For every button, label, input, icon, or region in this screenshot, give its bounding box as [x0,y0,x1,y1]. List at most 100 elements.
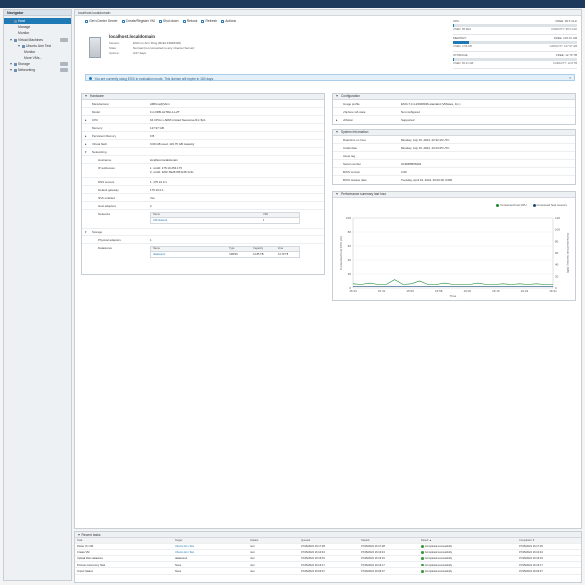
chevron-right-icon [10,69,12,72]
y-tick-label-right: 20 [555,274,559,278]
chevron-right-icon: ▸ [336,118,338,122]
refresh-icon [201,19,205,23]
sys-row-serial: Serial number 0C90R8506402 [333,160,575,168]
task-cell: root [250,569,255,573]
task-cell: 07/15/2024 16:10:43 [301,551,325,555]
column-header[interactable]: Completed ▼ [519,539,579,542]
x-tick-label: 15:58 [435,289,443,293]
task-cell: 07/15/2024 16:16:17 [301,563,325,567]
memory-meter: MEMORY FREE: 125.01 GB USED: 2.96 GB CAP… [453,35,577,52]
main-title: localhost.localdomain [75,10,581,16]
storage-row-physical-adapters: Physical adapters 1 [82,236,324,244]
task-cell: 07/15/2024 16:15:15 [361,557,385,561]
y-tick-label-right: 120 [555,216,560,220]
net-row-gateway: Default gateway 175.10.0.1 [82,186,324,194]
task-cell: 07/15/2024 16:06:37 [361,569,385,573]
task-cell: Power On VM [77,545,94,549]
close-icon[interactable]: × [569,76,571,80]
y-axis-label-left: Consumed host CPU (%) [339,236,343,270]
networks-table: Name VMs VM Network 1 [150,212,300,224]
net-row-ip-addresses: IP addresses 1. vmk0: 175.10.254.175 2. v… [82,164,324,178]
column-header[interactable]: Result ▲ [421,539,517,542]
toolbar: Get vCenter Server Create/Register VM Sh… [85,18,236,24]
vcenter-icon [85,19,88,23]
task-cell: Completed successfully [421,551,517,554]
y-tick-label-right: 60 [555,251,559,255]
task-row[interactable]: Import Station None root 07/15/2024 16:06:3… [75,568,581,575]
column-header[interactable]: Target [175,539,248,542]
y-tick-label-left: 40 [348,258,352,262]
hw-row-cpu[interactable]: ▸ CPU 64 CPUs x ARM Limited Neoverse-N1 r3… [82,116,324,124]
column-header[interactable]: Task [77,539,173,542]
hw-row-networking[interactable]: ▾ Networking [82,148,324,156]
actions-button[interactable]: Actions [221,19,236,23]
config-row-image-profile: Image profile ESXi-7.0.4-23948436-standar… [333,100,575,108]
column-header[interactable]: Initiator [250,539,299,542]
nav-item-networking[interactable]: Networking [4,67,71,73]
network-row[interactable]: VM Network 1 [151,218,299,223]
chevron-down-icon: ▾ [85,149,87,154]
hw-row-virtual-flash[interactable]: ▸ Virtual flash 0.69 GB used, 119.75 GB ca… [82,140,324,148]
task-cell: Completed successfully [421,557,517,561]
task-cell: Completed successfully [421,545,517,548]
task-cell: 07/15/2024 16:15:15 [519,557,543,561]
hardware-header[interactable]: Hardware [82,94,324,100]
hw-row-storage[interactable]: ▾ Storage [82,228,324,236]
recent-tasks-panel: Recent tasks Task Target Initiator Queued St… [74,531,582,583]
reboot-icon [182,19,186,23]
x-tick-label: 15:33 [349,289,357,293]
count-badge [60,38,68,42]
task-cell: root [250,563,255,567]
sys-row-asset-tag: Asset tag [333,152,575,160]
config-row-vmotion[interactable]: ▸ vMotion Supported [333,116,575,124]
column-header[interactable]: Started [361,539,419,542]
cpu-meter-fill [453,24,455,27]
net-row-host-adapters: Host adapters 2 [82,202,324,210]
task-cell: 07/15/2024 16:06:37 [301,569,325,573]
shutdown-button[interactable]: Shut down [158,19,179,23]
nav-item-monitor[interactable]: Monitor [4,30,71,36]
x-axis-label: Time [450,294,457,298]
chevron-down-icon [85,95,87,98]
configuration-header[interactable]: Configuration [333,94,575,100]
count-badge [60,62,68,66]
y-tick-label-left: 60 [348,244,352,248]
refresh-button[interactable]: Refresh [201,19,217,23]
hardware-panel: Hardware Manufacturer AMPere(R)Arm Model 1… [81,93,325,275]
chevron-down-icon [78,534,80,537]
y-tick-label-right: 80 [555,239,559,243]
sys-row-bios-version: BIOS version 2.09 [333,168,575,176]
host-name: localhost.localdomain [109,34,156,39]
memory-meter-fill [453,41,470,44]
chevron-right-icon: ▸ [85,133,87,138]
shutdown-icon [158,19,162,23]
success-icon [421,551,424,555]
task-cell: Import Station [77,569,94,573]
get-vcenter-button[interactable]: Get vCenter Server [85,19,118,23]
task-cell: 07/15/2024 16:10:43 [361,551,385,555]
reboot-button[interactable]: Reboot [182,19,197,23]
x-tick-label: 15:50 [406,289,414,293]
task-cell: root [250,551,255,555]
sys-row-bios-date: BIOS release date Tuesday, April 19, 2024… [343,178,453,182]
y-tick-label-right: 100 [555,228,560,232]
chevron-right-icon: ▸ [85,141,87,146]
task-cell: 07/15/2024 16:17:29 [519,545,543,549]
task-cell: Ubuntu Arm Test [175,545,195,549]
task-cell: None [175,563,182,567]
datastore-row[interactable]: datastore1 VMFS6 12.85 TB 12.79 TB [151,252,299,257]
app-header-bar [0,0,585,8]
column-header[interactable]: Queued [301,539,359,542]
config-row-ha-state: vSphere HA state Not configured [333,108,575,116]
hw-row-manufacturer: Manufacturer AMPere(R)Arm [82,100,324,108]
create-vm-button[interactable]: Create/Register VM [121,19,155,23]
plot-area [352,217,554,289]
host-icon [13,19,17,23]
x-tick-label: 16:23 [521,289,529,293]
y-tick-label-left: 20 [348,272,352,276]
hw-row-persistent-memory[interactable]: ▸ Persistent Memory 0 B [82,132,324,140]
chevron-right-icon: ▸ [85,117,87,122]
chevron-down-icon [336,131,338,134]
vm-icon [13,38,17,42]
system-info-header[interactable]: System Information [333,130,575,136]
